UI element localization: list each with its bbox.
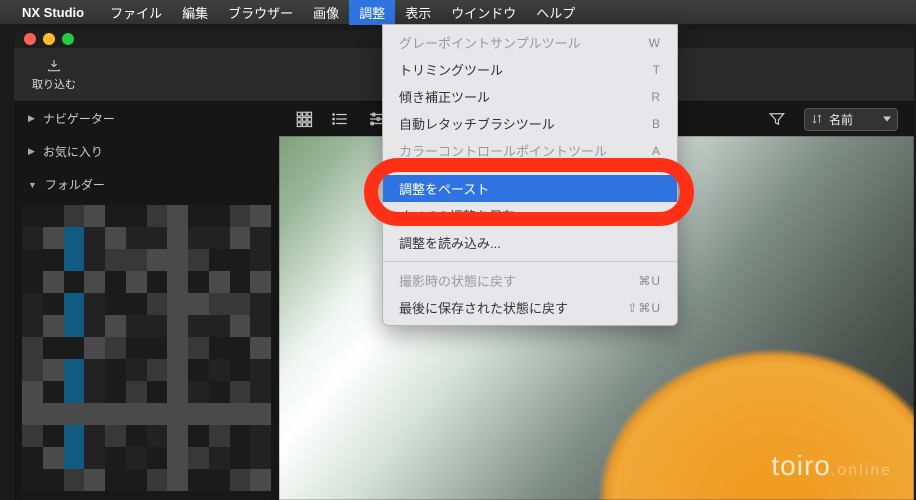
menu-image[interactable]: 画像 [303,0,349,25]
menu-browser[interactable]: ブラウザー [218,0,303,25]
window-maximize-button[interactable] [62,33,74,45]
sidebar-item-folders[interactable]: ▼ フォルダー [14,168,279,201]
import-button-label: 取り込む [32,76,76,92]
menu-separator [383,169,677,170]
filter-icon[interactable] [768,110,786,128]
watermark: toiro.online [771,450,892,482]
menu-item-crop-tool[interactable]: トリミングツールT [383,56,677,83]
menu-item-save-all-adjustments[interactable]: すべての調整を保存... [383,202,677,229]
list-view-icon[interactable] [331,110,349,128]
import-button[interactable]: 取り込む [32,58,76,92]
sidebar: ▶ ナビゲーター ▶ お気に入り ▼ フォルダー [14,102,279,500]
menu-item-grey-point: グレーポイントサンプルツールW [383,29,677,56]
sidebar-item-label: ナビゲーター [43,110,115,127]
menu-item-color-control-point: カラーコントロールポイントツールA [383,137,677,164]
menu-window[interactable]: ウインドウ [441,0,526,25]
menu-separator [383,261,677,262]
menu-item-retouch-brush[interactable]: 自動レタッチブラシツールB [383,110,677,137]
app-name[interactable]: NX Studio [22,5,84,20]
import-icon [46,58,62,74]
sidebar-item-favorites[interactable]: ▶ お気に入り [14,135,279,168]
chevron-right-icon: ▶ [28,113,35,124]
window-close-button[interactable] [24,33,36,45]
sort-icon [811,113,823,125]
sidebar-item-label: お気に入り [43,143,103,160]
grid-view-icon[interactable] [295,110,313,128]
chevron-right-icon: ▶ [28,146,35,157]
sort-dropdown-label: 名前 [829,111,853,128]
macos-menubar: NX Studio ファイル 編集 ブラウザー 画像 調整 表示 ウインドウ ヘ… [0,0,916,24]
menu-view[interactable]: 表示 [395,0,441,25]
adjust-dropdown-menu: グレーポイントサンプルツールW トリミングツールT 傾き補正ツールR 自動レタッ… [382,24,678,326]
sidebar-item-label: フォルダー [45,176,105,193]
folder-tree[interactable] [22,205,271,500]
menu-item-load-adjustments[interactable]: 調整を読み込み... [383,229,677,256]
menu-item-revert-to-last-saved[interactable]: 最後に保存された状態に戻す⇧⌘U [383,294,677,321]
menu-adjust[interactable]: 調整 [349,0,395,25]
window-minimize-button[interactable] [43,33,55,45]
menu-edit[interactable]: 編集 [172,0,218,25]
menu-item-straighten-tool[interactable]: 傾き補正ツールR [383,83,677,110]
sort-dropdown[interactable]: 名前 [804,108,898,131]
menu-item-paste-adjustments[interactable]: 調整をペースト [383,175,677,202]
menu-help[interactable]: ヘルプ [526,0,585,25]
sidebar-item-navigator[interactable]: ▶ ナビゲーター [14,102,279,135]
chevron-down-icon: ▼ [28,180,37,190]
menu-file[interactable]: ファイル [100,0,172,25]
menu-item-revert-to-shot: 撮影時の状態に戻す⌘U [383,267,677,294]
